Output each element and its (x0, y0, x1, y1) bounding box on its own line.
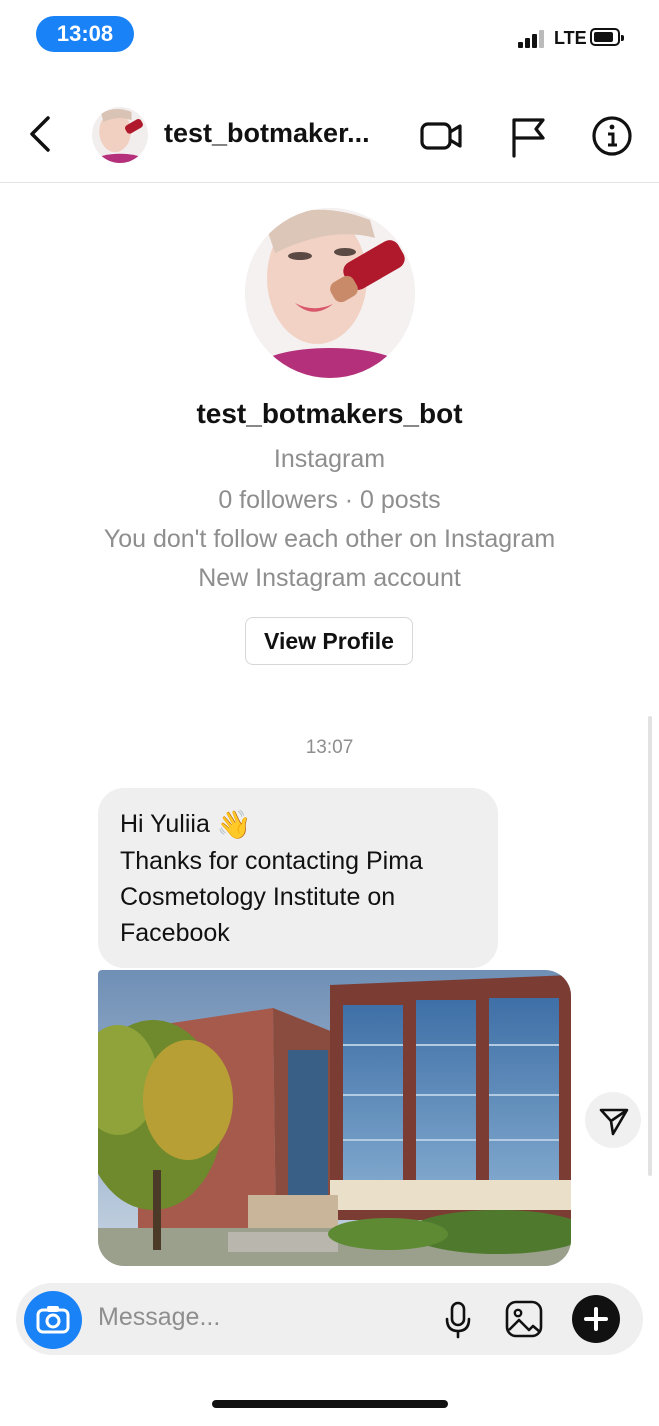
profile-relationship: You don't follow each other on Instagram (103, 525, 556, 553)
camera-icon[interactable] (24, 1291, 82, 1349)
message-line: Hi Yuliia (120, 810, 210, 838)
chat-header: test_botmaker... (0, 90, 659, 183)
network-label: LTE (554, 28, 587, 48)
video-call-icon[interactable] (418, 112, 466, 160)
header-username[interactable]: test_botmaker... (164, 118, 370, 149)
status-time[interactable]: 13:08 (36, 16, 134, 52)
message-bubble[interactable]: Hi Yuliia 👋 Thanks for contacting Pima C… (98, 788, 498, 968)
microphone-icon[interactable] (436, 1297, 480, 1341)
profile-stats: 0 followers · 0 posts (218, 486, 441, 514)
message-line: Facebook (120, 919, 230, 947)
profile-username: test_botmakers_bot (196, 398, 463, 429)
scrollbar[interactable] (648, 716, 652, 1176)
send-icon[interactable] (585, 1092, 641, 1148)
plus-icon[interactable] (572, 1295, 620, 1343)
status-bar: 13:08 LTE (0, 0, 659, 70)
waving-hand-icon: 👋 (216, 809, 252, 840)
message-input[interactable]: Message... (98, 1303, 220, 1332)
back-chevron-icon[interactable] (26, 112, 58, 156)
header-avatar[interactable] (92, 107, 148, 163)
message-image[interactable] (98, 970, 571, 1266)
profile-account-note: New Instagram account (198, 564, 461, 592)
signal-icon (518, 30, 548, 48)
profile-platform: Instagram (273, 445, 386, 473)
flag-icon[interactable] (505, 112, 553, 160)
home-indicator[interactable] (212, 1400, 448, 1408)
battery-icon (590, 28, 624, 46)
message-timestamp: 13:07 (305, 737, 354, 758)
info-icon[interactable] (588, 112, 636, 160)
message-line: Cosmetology Institute on (120, 883, 396, 911)
view-profile-button[interactable]: View Profile (245, 617, 413, 665)
profile-avatar[interactable] (245, 208, 415, 378)
message-line: Thanks for contacting Pima (120, 847, 423, 875)
message-composer: Message... (16, 1283, 643, 1355)
gallery-icon[interactable] (502, 1297, 546, 1341)
